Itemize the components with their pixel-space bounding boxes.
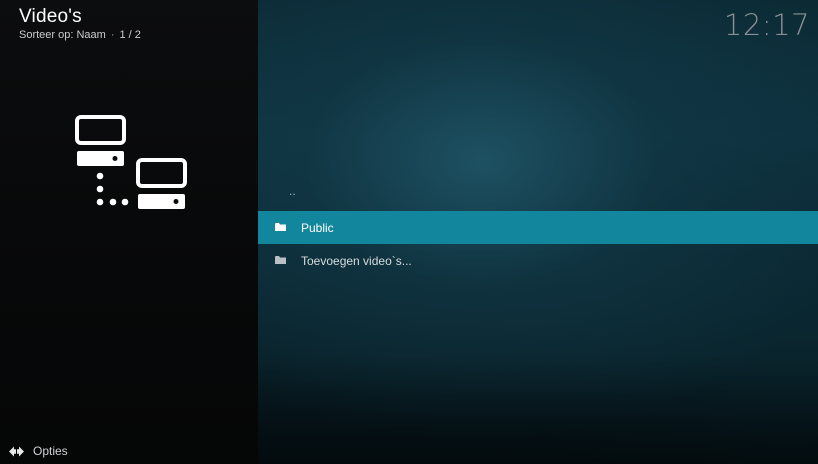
- left-panel: [0, 0, 258, 464]
- separator: ·: [110, 29, 115, 41]
- clock: 12:17: [723, 8, 810, 42]
- list-item-label: Toevoegen video`s...: [301, 253, 412, 268]
- options-button[interactable]: Opties: [9, 444, 68, 458]
- network-computers-icon: [75, 115, 187, 209]
- file-list: .. Public Toevoegen video`s...: [258, 178, 818, 277]
- list-item-label: ..: [289, 184, 296, 198]
- options-arrows-icon: [9, 446, 24, 456]
- page-indicator: 1 / 2: [119, 29, 141, 41]
- kodi-screen: Video's Sorteer op: Naam · 1 / 2 12:17 .. …: [0, 0, 818, 464]
- list-item-parent[interactable]: ..: [258, 178, 818, 211]
- sort-info[interactable]: Sorteer op: Naam · 1 / 2: [19, 28, 141, 42]
- folder-icon: [275, 223, 286, 231]
- folder-icon: [275, 256, 286, 264]
- options-label: Opties: [33, 444, 68, 458]
- sort-label: Sorteer op: Naam: [19, 29, 106, 41]
- list-item-add-videos[interactable]: Toevoegen video`s...: [258, 244, 818, 277]
- page-title: Video's: [19, 6, 82, 27]
- list-item-public[interactable]: Public: [258, 211, 818, 244]
- list-item-label: Public: [301, 220, 334, 235]
